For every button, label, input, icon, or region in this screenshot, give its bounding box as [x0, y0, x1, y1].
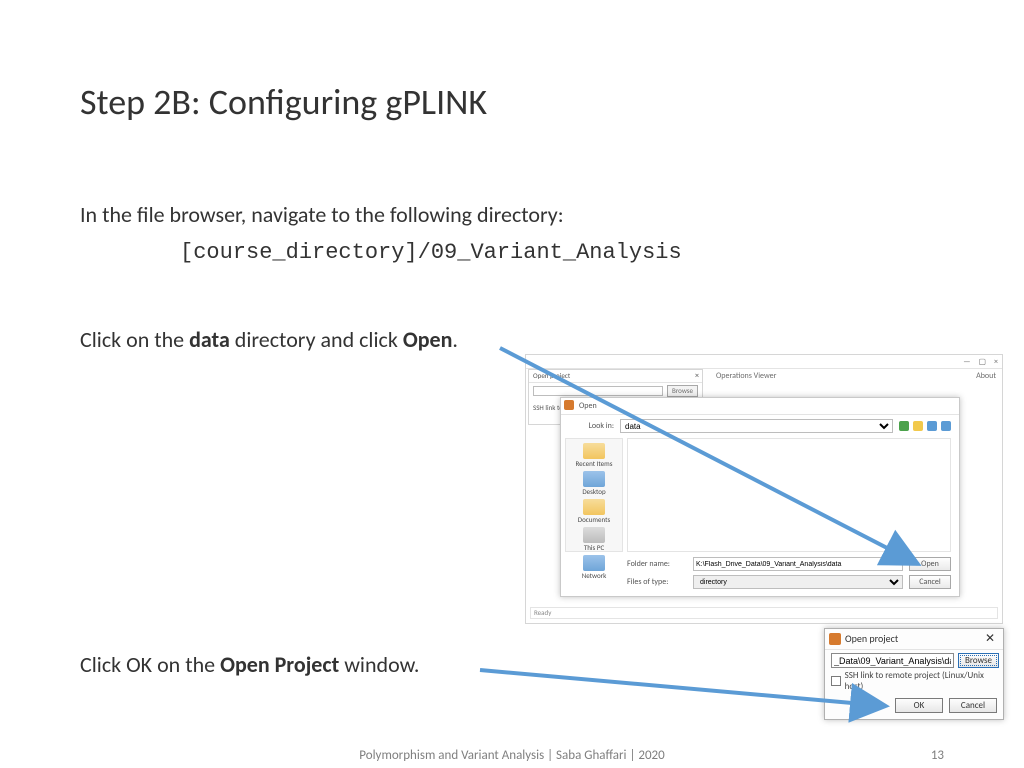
place-desktop[interactable]: Desktop	[582, 471, 605, 495]
instruction-click-ok: Click OK on the Open Project window.	[80, 650, 500, 680]
open-project-title: Open project	[845, 632, 898, 645]
new-folder-icon[interactable]	[927, 421, 937, 431]
place-network[interactable]: Network	[582, 555, 607, 579]
text: directory and click	[230, 326, 403, 353]
file-open-open-button[interactable]: Open	[909, 557, 951, 571]
directory-path: [course_directory]/09_Variant_Analysis	[180, 240, 682, 265]
java-icon	[829, 633, 841, 645]
instruction-click-open: Click on the data directory and click Op…	[80, 325, 500, 355]
open-project-path-input[interactable]	[831, 653, 954, 668]
files-type-select[interactable]: directory	[693, 575, 903, 589]
bold-open-project: Open Project	[220, 651, 339, 678]
place-label: Desktop	[582, 488, 605, 495]
ssh-label: SSH link to remote project (Linux/Unix h…	[845, 670, 997, 692]
file-open-cancel-button[interactable]: Cancel	[909, 575, 951, 589]
open-project-cancel-button[interactable]: Cancel	[949, 698, 997, 713]
file-open-dialog: Open Look in: data Recent Items	[560, 397, 960, 597]
file-open-title: Open	[579, 401, 597, 411]
file-listing-area[interactable]	[627, 438, 951, 552]
status-bar: Ready	[530, 607, 998, 619]
bold-open: Open	[403, 326, 453, 353]
text: Click OK on the	[80, 651, 220, 678]
open-project-ok-button[interactable]: OK	[895, 698, 943, 713]
window-min-icon[interactable]: —	[963, 357, 970, 367]
slide: Step 2B: Configuring gPLINK In the file …	[0, 0, 1024, 768]
bold-data: data	[189, 326, 230, 353]
place-label: Network	[582, 572, 607, 579]
file-open-toolbar	[899, 421, 951, 431]
places-sidebar: Recent Items Desktop Documents This PC N…	[565, 438, 623, 552]
operations-viewer-label: Operations Viewer	[716, 371, 776, 381]
folder-icon	[583, 499, 605, 515]
place-label: Documents	[578, 516, 610, 523]
text: window.	[339, 651, 419, 678]
app-titlebar: — ▢ ×	[526, 355, 1002, 369]
files-type-label: Files of type:	[627, 577, 687, 587]
mini-title-text: Open project	[533, 371, 570, 380]
ssh-checkbox[interactable]	[831, 676, 841, 686]
folder-icon	[583, 443, 605, 459]
place-label: Recent Items	[576, 460, 613, 467]
place-recent[interactable]: Recent Items	[576, 443, 613, 467]
ssh-row: SSH link to remote project (Linux/Unix h…	[831, 673, 997, 689]
list-view-icon[interactable]	[941, 421, 951, 431]
close-icon[interactable]: ×	[695, 370, 699, 382]
window-close-icon[interactable]: ×	[994, 357, 998, 367]
place-thispc[interactable]: This PC	[583, 527, 605, 551]
folder-name-input[interactable]	[693, 557, 903, 571]
open-project-browse-button[interactable]: Browse	[958, 653, 999, 668]
app-window: — ▢ × Operations Viewer About Open proje…	[525, 354, 1003, 624]
window-max-icon[interactable]: ▢	[978, 357, 986, 367]
open-project-mini-path-input[interactable]	[533, 386, 663, 396]
text: Click on the	[80, 326, 189, 353]
lookin-select[interactable]: data	[620, 419, 893, 433]
instruction-navigate: In the file browser, navigate to the fol…	[80, 200, 720, 230]
up-folder-icon[interactable]	[913, 421, 923, 431]
pc-icon	[583, 527, 605, 543]
page-number: 13	[931, 748, 944, 763]
footer-text: Polymorphism and Variant Analysis | Saba…	[0, 748, 1024, 763]
network-icon	[583, 555, 605, 571]
place-documents[interactable]: Documents	[578, 499, 610, 523]
open-project-titlebar: Open project ✕	[825, 629, 1003, 650]
close-icon[interactable]: ✕	[981, 629, 999, 649]
open-project-mini-title: Open project ×	[529, 370, 702, 383]
open-project-mini-browse-button[interactable]: Browse	[667, 385, 698, 397]
file-open-titlebar: Open	[561, 398, 959, 415]
lookin-label: Look in:	[569, 421, 614, 431]
home-icon[interactable]	[899, 421, 909, 431]
open-project-dialog: Open project ✕ Browse SSH link to remote…	[824, 628, 1004, 720]
java-icon	[564, 400, 574, 410]
desktop-icon	[583, 471, 605, 487]
place-label: This PC	[584, 544, 604, 551]
folder-name-label: Folder name:	[627, 559, 687, 569]
text: .	[452, 326, 458, 353]
slide-title: Step 2B: Configuring gPLINK	[80, 80, 487, 124]
about-menu[interactable]: About	[976, 371, 996, 381]
